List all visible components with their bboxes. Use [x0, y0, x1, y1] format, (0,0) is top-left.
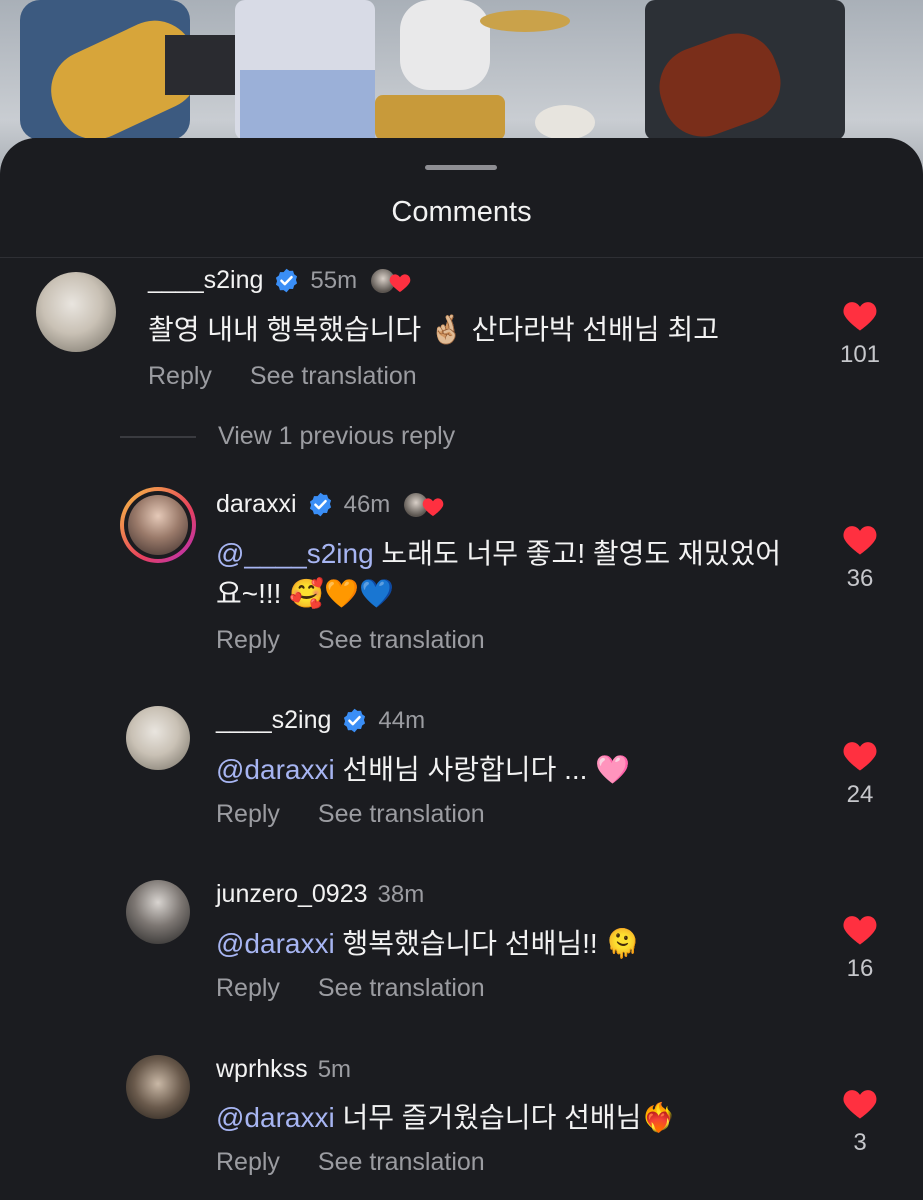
sheet-grabber[interactable]	[425, 165, 497, 170]
reply-button[interactable]: Reply	[216, 1148, 280, 1177]
comment-text: @daraxxi 행복했습니다 선배님!! 🫠	[216, 928, 641, 959]
like-heart-icon[interactable]	[842, 1088, 878, 1120]
like-heart-icon[interactable]	[842, 914, 878, 946]
like-count: 24	[846, 781, 874, 808]
see-translation-button[interactable]: See translation	[318, 1148, 485, 1177]
see-translation-button[interactable]: See translation	[250, 362, 417, 391]
creator-liked-icon	[371, 268, 417, 293]
mention-link[interactable]: @daraxxi	[216, 928, 335, 959]
avatar[interactable]	[36, 272, 116, 352]
reply-button[interactable]: Reply	[216, 626, 280, 655]
avatar[interactable]	[126, 1055, 190, 1119]
view-previous-replies[interactable]: View 1 previous reply	[120, 422, 455, 451]
mention-link[interactable]: @daraxxi	[216, 754, 335, 785]
verified-badge-icon	[309, 492, 331, 517]
like-count: 3	[853, 1129, 867, 1156]
like-heart-icon[interactable]	[842, 300, 878, 332]
creator-liked-icon	[404, 492, 450, 517]
like-count: 101	[839, 341, 881, 368]
username[interactable]: junzero_0923	[216, 880, 368, 909]
comments-sheet	[0, 138, 923, 1200]
timestamp: 55m	[310, 266, 358, 294]
username[interactable]: daraxxi	[216, 490, 297, 519]
verified-badge-icon	[344, 708, 366, 733]
mention-link[interactable]: @daraxxi	[216, 1102, 335, 1133]
like-count: 16	[846, 955, 874, 982]
avatar[interactable]	[120, 487, 196, 563]
see-translation-button[interactable]: See translation	[318, 800, 485, 829]
username[interactable]: wprhkss	[216, 1055, 308, 1084]
see-translation-button[interactable]: See translation	[318, 974, 485, 1003]
like-heart-icon[interactable]	[842, 524, 878, 556]
timestamp: 38m	[377, 880, 425, 908]
comment-text: @____s2ing 노래도 너무 좋고! 촬영도 재밌었어요~!!! 🥰🧡💙	[216, 538, 781, 609]
timestamp: 46m	[343, 490, 391, 518]
timestamp: 5m	[317, 1055, 352, 1083]
comment-text: @daraxxi 너무 즐거웠습니다 선배님❤️‍🔥	[216, 1102, 677, 1133]
username[interactable]: ____s2ing	[148, 266, 263, 295]
comment-text: 촬영 내내 행복했습니다 🤞🏼 산다라박 선배님 최고	[148, 314, 719, 345]
avatar[interactable]	[126, 706, 190, 770]
view-replies-label: View 1 previous reply	[218, 422, 456, 450]
reply-button[interactable]: Reply	[216, 974, 280, 1003]
divider	[0, 257, 923, 258]
reply-button[interactable]: Reply	[148, 362, 212, 391]
timestamp: 44m	[378, 706, 426, 734]
comment-text: @daraxxi 선배님 사랑합니다 ... 🩷	[216, 754, 631, 785]
mention-link[interactable]: @____s2ing	[216, 538, 374, 569]
verified-badge-icon	[276, 268, 298, 293]
like-heart-icon[interactable]	[842, 740, 878, 772]
like-count: 36	[846, 565, 874, 592]
see-translation-button[interactable]: See translation	[318, 626, 485, 655]
username[interactable]: ____s2ing	[216, 706, 331, 735]
reply-button[interactable]: Reply	[216, 800, 280, 829]
sheet-title: Comments	[391, 196, 532, 228]
avatar[interactable]	[126, 880, 190, 944]
